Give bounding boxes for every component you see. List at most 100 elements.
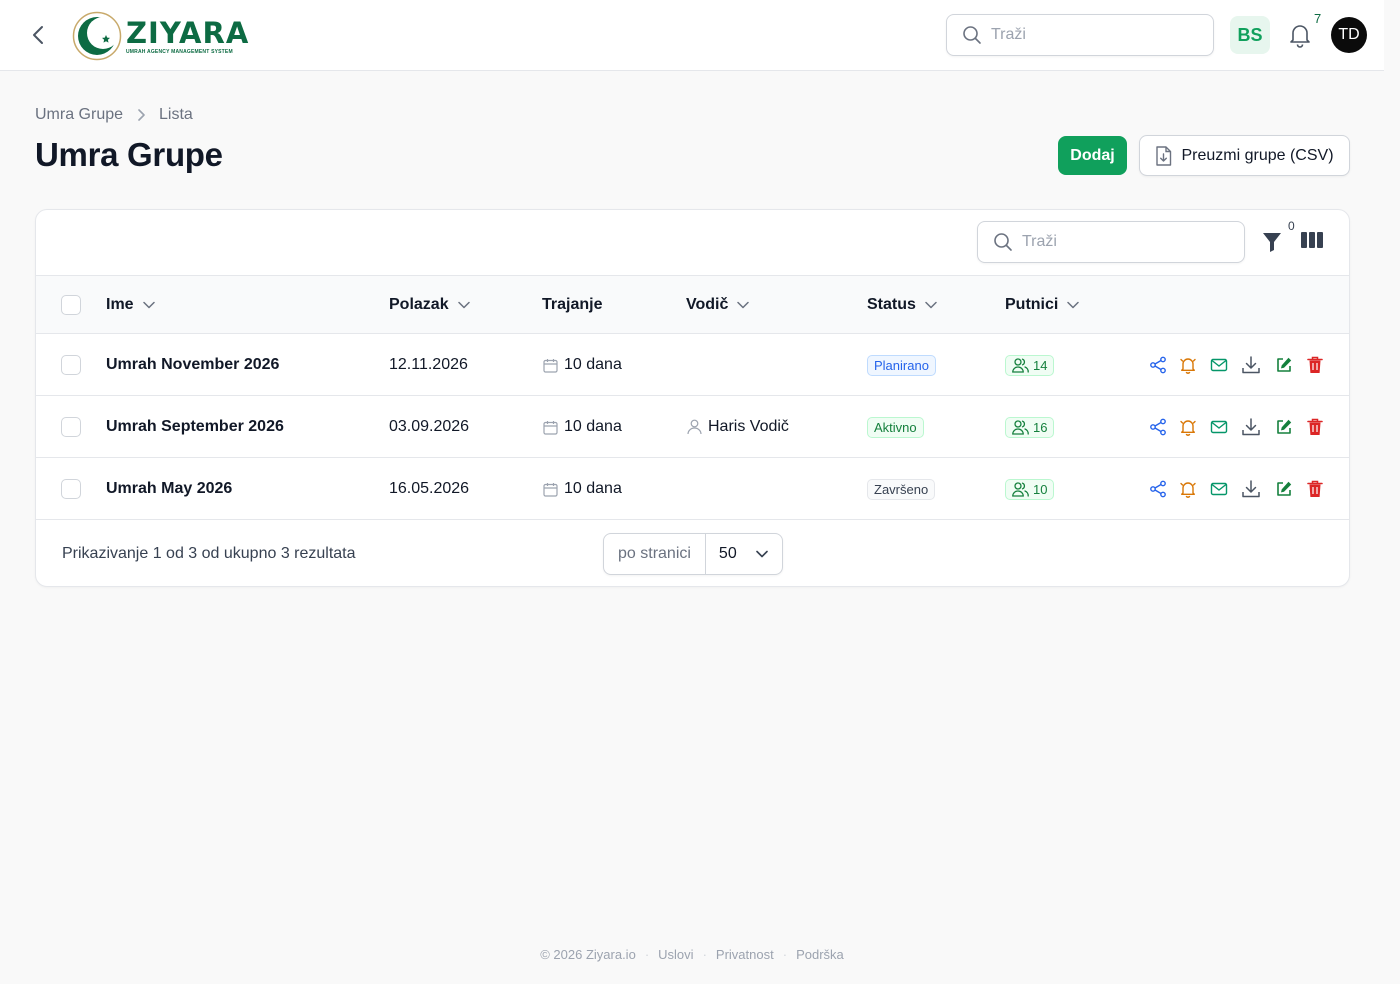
breadcrumb-current: Lista bbox=[159, 106, 193, 123]
trash-icon[interactable] bbox=[1304, 354, 1326, 376]
email-icon[interactable] bbox=[1208, 354, 1230, 376]
breadcrumb-parent-link[interactable]: Umra Grupe bbox=[35, 106, 123, 124]
departure-date: 12.11.2026 bbox=[389, 356, 468, 373]
column-header-duration: Trajanje bbox=[542, 276, 602, 334]
user-icon bbox=[687, 419, 702, 435]
users-icon bbox=[1012, 481, 1029, 497]
column-departure-label: Polazak bbox=[389, 296, 449, 313]
table-search-input[interactable] bbox=[1022, 233, 1222, 251]
language-switcher[interactable]: BS bbox=[1230, 16, 1270, 54]
download-icon[interactable] bbox=[1240, 478, 1262, 500]
share-icon[interactable] bbox=[1147, 416, 1169, 438]
table-header: Ime Polazak Trajanje Vodič Status Putnic… bbox=[36, 276, 1349, 334]
status-badge: Aktivno bbox=[867, 416, 924, 438]
email-icon[interactable] bbox=[1208, 416, 1230, 438]
edit-icon[interactable] bbox=[1273, 478, 1295, 500]
edit-icon[interactable] bbox=[1273, 354, 1295, 376]
page-title: Umra Grupe bbox=[35, 136, 223, 173]
column-status-label: Status bbox=[867, 296, 916, 313]
file-download-icon bbox=[1155, 145, 1172, 166]
select-all-checkbox[interactable] bbox=[61, 295, 81, 315]
crescent-logo-icon bbox=[72, 11, 122, 61]
column-header-status[interactable]: Status bbox=[867, 276, 937, 334]
row-checkbox[interactable] bbox=[61, 355, 81, 375]
download-csv-button[interactable]: Preuzmi grupe (CSV) bbox=[1139, 135, 1350, 176]
per-page-selector[interactable]: po stranici 50 bbox=[603, 533, 783, 575]
chevron-down-icon bbox=[457, 301, 470, 309]
row-checkbox[interactable] bbox=[61, 417, 81, 437]
notify-bell-icon[interactable] bbox=[1177, 478, 1199, 500]
share-icon[interactable] bbox=[1147, 478, 1169, 500]
results-summary: Prikazivanje 1 od 3 od ukupno 3 rezultat… bbox=[62, 545, 356, 562]
download-icon[interactable] bbox=[1240, 416, 1262, 438]
calendar-icon bbox=[543, 358, 558, 373]
chevron-down-icon bbox=[756, 545, 768, 563]
table-toolbar: 0 bbox=[36, 210, 1349, 276]
logo-title: ZIYARA bbox=[126, 15, 250, 50]
column-header-guide[interactable]: Vodič bbox=[686, 276, 750, 334]
logo-subtitle: UMRAH AGENCY MANAGEMENT SYSTEM bbox=[126, 48, 233, 55]
support-link[interactable]: Podrška bbox=[796, 947, 844, 962]
passenger-count: 16 bbox=[1033, 419, 1048, 435]
passengers-badge[interactable]: 16 bbox=[1005, 416, 1055, 438]
notification-count: 7 bbox=[1314, 11, 1322, 26]
per-page-select[interactable]: 50 bbox=[706, 545, 782, 563]
filter-icon[interactable] bbox=[1262, 231, 1284, 253]
download-icon[interactable] bbox=[1240, 354, 1262, 376]
footer-separator: · bbox=[782, 947, 788, 962]
column-header-name[interactable]: Ime bbox=[106, 276, 155, 334]
column-guide-label: Vodič bbox=[686, 296, 729, 313]
table-row[interactable]: Umrah May 2026 16.05.2026 10 dana Završeno 1… bbox=[36, 458, 1349, 520]
chevron-down-icon bbox=[1067, 301, 1080, 309]
user-avatar[interactable]: TD bbox=[1331, 17, 1367, 53]
column-header-passengers[interactable]: Putnici bbox=[1005, 276, 1080, 334]
chevron-down-icon bbox=[737, 301, 750, 309]
terms-link[interactable]: Uslovi bbox=[658, 947, 693, 962]
departure-date: 16.05.2026 bbox=[389, 480, 470, 497]
filter-count: 0 bbox=[1288, 219, 1295, 233]
departure-date: 03.09.2026 bbox=[389, 418, 470, 435]
trash-icon[interactable] bbox=[1304, 478, 1326, 500]
add-group-button[interactable]: Dodaj bbox=[1058, 136, 1127, 175]
global-search[interactable] bbox=[946, 14, 1214, 56]
search-icon bbox=[961, 24, 983, 46]
privacy-link[interactable]: Privatnost bbox=[716, 947, 774, 962]
copyright-text: © 2026 Ziyara.io bbox=[540, 947, 636, 962]
group-name[interactable]: Umrah November 2026 bbox=[106, 334, 279, 396]
column-header-departure[interactable]: Polazak bbox=[389, 276, 470, 334]
app-logo[interactable]: ZIYARA UMRAH AGENCY MANAGEMENT SYSTEM bbox=[72, 10, 249, 62]
table-search[interactable] bbox=[977, 221, 1245, 263]
groups-table-card: 0 Ime Polazak Trajanje Vodič Status Putn… bbox=[35, 209, 1350, 587]
share-icon[interactable] bbox=[1147, 354, 1169, 376]
breadcrumb: Umra Grupe Lista bbox=[35, 106, 193, 124]
chevron-down-icon bbox=[142, 301, 155, 309]
table-row[interactable]: Umrah November 2026 12.11.2026 10 dana Plan… bbox=[36, 334, 1349, 396]
calendar-icon bbox=[543, 420, 558, 435]
trash-icon[interactable] bbox=[1304, 416, 1326, 438]
back-chevron-icon[interactable] bbox=[27, 23, 49, 47]
duration-value: 10 dana bbox=[564, 480, 622, 497]
table-row[interactable]: Umrah September 2026 03.09.2026 10 dana Har… bbox=[36, 396, 1349, 458]
users-icon bbox=[1012, 357, 1029, 373]
group-name[interactable]: Umrah September 2026 bbox=[106, 396, 284, 458]
columns-icon[interactable] bbox=[1301, 232, 1323, 252]
edit-icon[interactable] bbox=[1273, 416, 1295, 438]
passenger-count: 14 bbox=[1033, 357, 1048, 373]
notify-bell-icon[interactable] bbox=[1177, 354, 1199, 376]
global-search-input[interactable] bbox=[991, 26, 1191, 44]
search-icon bbox=[992, 231, 1014, 253]
download-csv-label: Preuzmi grupe (CSV) bbox=[1181, 146, 1334, 164]
bell-icon[interactable] bbox=[1288, 22, 1312, 48]
passengers-badge[interactable]: 14 bbox=[1005, 354, 1055, 376]
row-checkbox[interactable] bbox=[61, 479, 81, 499]
column-passengers-label: Putnici bbox=[1005, 296, 1059, 313]
email-icon[interactable] bbox=[1208, 478, 1230, 500]
passengers-badge[interactable]: 10 bbox=[1005, 478, 1055, 500]
notify-bell-icon[interactable] bbox=[1177, 416, 1199, 438]
page-footer: © 2026 Ziyara.io · Uslovi · Privatnost ·… bbox=[0, 947, 1384, 962]
column-duration-label: Trajanje bbox=[542, 296, 603, 313]
footer-separator: · bbox=[644, 947, 650, 962]
passenger-count: 10 bbox=[1033, 481, 1048, 497]
users-icon bbox=[1012, 419, 1029, 435]
group-name[interactable]: Umrah May 2026 bbox=[106, 458, 232, 520]
